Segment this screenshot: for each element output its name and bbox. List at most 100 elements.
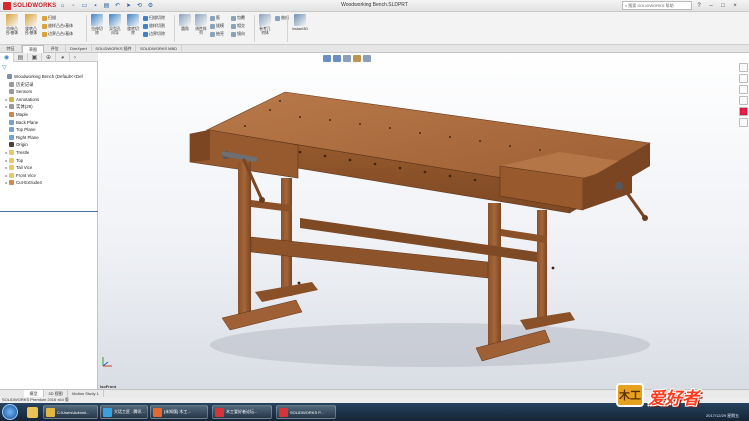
help-icon[interactable]: ? <box>693 0 705 11</box>
appearances-icon[interactable] <box>739 107 748 116</box>
rib-button[interactable]: 筋 <box>210 15 220 21</box>
extrude-boss-button[interactable]: 拉伸凸 台/基体 <box>3 14 21 35</box>
wrap-button[interactable]: 包覆 <box>231 15 245 21</box>
feature-tree-label: Woodworking Bench (Default<<Def <box>14 74 83 79</box>
linear-pattern-icon <box>195 14 207 26</box>
taskbar-pin-explorer[interactable] <box>22 405 42 419</box>
feature-tree-item[interactable]: ▸ Cut-Extrude4 <box>0 179 42 186</box>
search-icon: ⌕ <box>625 3 628 8</box>
boundary-cut-icon <box>143 31 148 37</box>
draft-icon <box>210 23 215 29</box>
feature-tree-tab-icon[interactable]: ◉ <box>0 53 14 62</box>
minimize-button[interactable]: – <box>705 0 717 11</box>
feature-tree-label: Annotations <box>16 96 40 102</box>
swept-cut-icon <box>143 15 148 21</box>
tab-dimxpert[interactable]: DimXpert <box>66 45 92 53</box>
close-button[interactable]: × <box>729 0 741 11</box>
feature-tree-item[interactable]: Right Plane <box>0 134 39 141</box>
intersect-button[interactable]: 相交 <box>231 23 245 29</box>
feature-tree-item[interactable]: ▸ Trestle <box>0 149 29 156</box>
feature-tree-item[interactable]: 历史记录 <box>0 81 34 88</box>
dimxpert-manager-tab-icon[interactable]: ⊕ <box>42 53 56 62</box>
reference-geometry-button[interactable]: 参考几 何体 <box>256 14 274 35</box>
hole-wizard-label: 异型孔 向导 <box>109 27 121 35</box>
tab-evaluate[interactable]: 评估 <box>44 45 66 53</box>
bench-back-left-leg <box>281 178 292 296</box>
mirror-button[interactable]: 镜向 <box>231 31 245 37</box>
swept-cut-label: 扫描切除 <box>149 15 165 20</box>
bench-model[interactable] <box>98 53 749 389</box>
draft-button[interactable]: 拔模 <box>210 23 224 29</box>
linear-pattern-button[interactable]: 线性阵 列 <box>192 14 210 35</box>
taskbar-item-browser[interactable]: [未知版] 木工... <box>150 405 208 419</box>
hole-wizard-icon <box>109 14 121 26</box>
taskbar-item-explorer[interactable]: C:\Users\Admini... <box>43 405 98 419</box>
feature-tree-item[interactable]: Woodworking Bench (Default<<Def <box>0 73 83 80</box>
feature-icon <box>9 81 14 87</box>
feature-tree-item[interactable]: ▸ Tail Vice <box>0 164 32 171</box>
boundary-cut-label: 边界切除 <box>149 31 165 36</box>
configuration-manager-tab-icon[interactable]: ▣ <box>28 53 42 62</box>
feature-tree-item[interactable]: ▸ Front Vice <box>0 172 36 179</box>
boundary-boss-button[interactable]: 边界凸台/基体 <box>42 31 73 37</box>
feature-tree-item[interactable]: Back Plane <box>0 119 38 126</box>
loft-boss-button[interactable]: 放样凸台/基体 <box>42 23 73 29</box>
feature-icon <box>9 134 14 140</box>
extruded-cut-button[interactable]: 拉伸切 除 <box>88 14 106 35</box>
triad-icon <box>102 357 112 367</box>
feature-tree-item[interactable]: ▸ Top <box>0 157 23 164</box>
window-controls: ? – □ × <box>693 0 741 11</box>
solidworks-resources-icon[interactable] <box>739 63 748 72</box>
revolve-boss-button[interactable]: 旋转凸 台/基体 <box>22 14 40 35</box>
feature-icon <box>9 142 14 148</box>
display-manager-tab-icon[interactable]: ◕ <box>56 53 70 62</box>
tail-vice-screw-icon <box>615 182 623 190</box>
fillet-icon <box>179 14 191 26</box>
wrap-icon <box>231 15 236 21</box>
maximize-button[interactable]: □ <box>717 0 729 11</box>
ribbon-separator <box>174 15 175 42</box>
tab-mbd[interactable]: SOLIDWORKS MBD <box>136 45 182 53</box>
feature-tree-item[interactable]: Top Plane <box>0 126 36 133</box>
panel-expand-icon[interactable]: › <box>70 53 80 62</box>
rollback-bar[interactable] <box>0 211 98 212</box>
taskbar-item-icon <box>279 407 288 417</box>
custom-properties-icon[interactable] <box>739 118 748 127</box>
swept-cut-button[interactable]: 扫描切除 <box>143 15 165 21</box>
feature-tree-item[interactable]: ▸ 实体(29) <box>0 103 33 110</box>
view-palette-icon[interactable] <box>739 96 748 105</box>
boundary-cut-button[interactable]: 边界切除 <box>143 31 165 37</box>
start-button[interactable] <box>2 404 18 420</box>
property-manager-tab-icon[interactable]: ▤ <box>14 53 28 62</box>
mirror-icon <box>231 31 236 37</box>
graphics-area[interactable]: IsoFront <box>98 53 749 389</box>
lofted-cut-button[interactable]: 放样切割 <box>143 23 165 29</box>
extrude-boss-label: 拉伸凸 台/基体 <box>5 27 19 35</box>
command-tabs: 特征 草图 评估 DimXpert SOLIDWORKS 插件 SOLIDWOR… <box>0 45 749 53</box>
shell-button[interactable]: 抽壳 <box>210 31 224 37</box>
help-search-input[interactable]: ⌕ 搜索 SOLIDWORKS 帮助 <box>622 1 692 10</box>
tab-addins[interactable]: SOLIDWORKS 插件 <box>92 45 136 53</box>
filter-icon[interactable]: ▽ <box>2 64 9 72</box>
design-library-icon[interactable] <box>739 74 748 83</box>
feature-icon <box>7 74 12 79</box>
ribbon-separator <box>254 15 255 42</box>
sweep-button[interactable]: 扫描 <box>42 15 56 21</box>
taskbar-item-forum[interactable]: 木工爱好者论坛... <box>212 405 272 419</box>
taskbar-item-qq[interactable]: 大话工匠 - 腾讯... <box>100 405 148 419</box>
instant3d-button[interactable]: Instant3D <box>289 14 311 31</box>
taskbar-item-label: 大话工匠 - 腾讯... <box>114 409 145 414</box>
hole-wizard-button[interactable]: 异型孔 向导 <box>106 14 124 35</box>
taskbar-item-solidworks[interactable]: SOLIDWORKS P... <box>276 405 336 419</box>
feature-tree-item[interactable]: Maple <box>0 111 28 118</box>
feature-tree-label: Back Plane <box>16 119 39 125</box>
feature-tree-item[interactable]: ▸ Annotations <box>0 96 39 103</box>
wrap-label: 包覆 <box>237 15 245 20</box>
feature-tree-item[interactable]: Sensors <box>0 88 32 95</box>
feature-tree-item[interactable]: Origin <box>0 141 28 148</box>
tab-features[interactable]: 特征 <box>0 45 22 53</box>
file-explorer-icon[interactable] <box>739 85 748 94</box>
tab-sketch[interactable]: 草图 <box>22 45 44 53</box>
revolved-cut-button[interactable]: 旋转切 除 <box>124 14 142 35</box>
taskbar-clock[interactable]: 2017/12/29 星期五 <box>706 413 739 419</box>
